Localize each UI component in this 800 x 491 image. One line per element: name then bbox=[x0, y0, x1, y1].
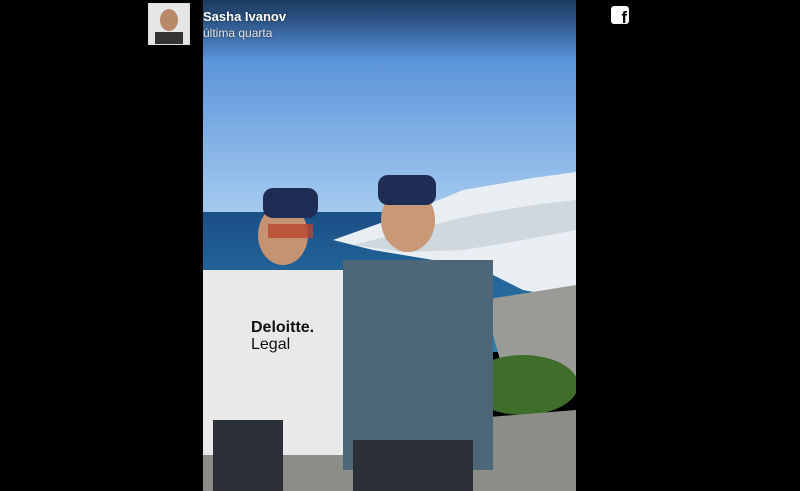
shirt-text-line2: Legal bbox=[251, 336, 290, 353]
facebook-glyph: f bbox=[621, 8, 627, 24]
shirt-text-line1: Deloitte. bbox=[251, 319, 314, 336]
post-photo[interactable]: Deloitte. Legal bbox=[203, 0, 576, 491]
facebook-icon[interactable]: f bbox=[611, 6, 629, 24]
avatar[interactable] bbox=[148, 3, 190, 45]
author-name[interactable]: Sasha Ivanov bbox=[203, 9, 286, 24]
avatar-image bbox=[149, 4, 189, 44]
photo-image: Deloitte. Legal bbox=[203, 0, 576, 491]
post-timestamp[interactable]: última quarta bbox=[203, 26, 272, 40]
